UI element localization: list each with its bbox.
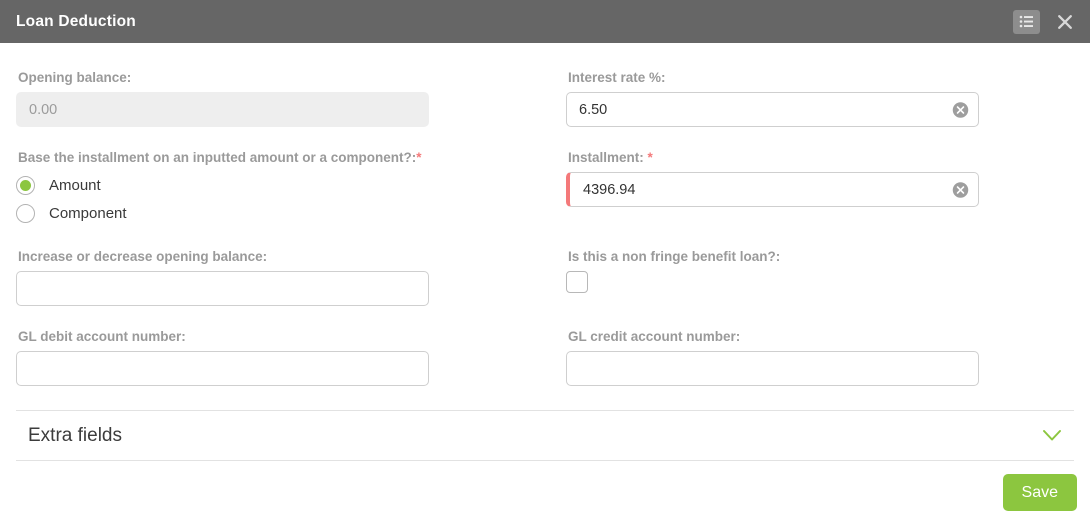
radio-selected-dot	[20, 179, 31, 191]
required-asterisk: *	[416, 150, 422, 165]
titlebar-actions	[1013, 9, 1076, 34]
non-fringe-label: Is this a non fringe benefit loan?:	[568, 249, 781, 264]
base-question-radio-group: Amount Component	[16, 172, 566, 226]
field-gl-credit: GL credit account number:	[566, 329, 1074, 386]
gl-debit-label: GL debit account number:	[18, 329, 186, 344]
field-increase-decrease: Increase or decrease opening balance:	[16, 249, 566, 306]
radio-component-label: Component	[49, 204, 127, 222]
gl-credit-label: GL credit account number:	[568, 329, 741, 344]
field-installment: Installment: *	[566, 150, 1074, 226]
save-button[interactable]: Save	[1002, 474, 1077, 511]
base-question-text: Base the installment on an inputted amou…	[18, 150, 417, 165]
form-row-4: GL debit account number: GL credit accou…	[16, 306, 1074, 386]
radio-option-amount[interactable]: Amount	[16, 172, 566, 198]
close-icon[interactable]	[1054, 10, 1076, 34]
gl-debit-input[interactable]	[16, 351, 429, 386]
increase-decrease-input[interactable]	[16, 271, 429, 306]
window-titlebar: Loan Deduction	[0, 0, 1090, 43]
gl-credit-input[interactable]	[566, 351, 979, 386]
radio-option-component[interactable]: Component	[16, 200, 566, 226]
clear-circle-x-icon[interactable]	[952, 101, 969, 118]
opening-balance-label: Opening balance:	[18, 70, 132, 85]
window-title: Loan Deduction	[16, 12, 136, 30]
form-row-2: Base the installment on an inputted amou…	[16, 127, 1074, 226]
required-asterisk: *	[647, 150, 653, 165]
field-base-question: Base the installment on an inputted amou…	[16, 150, 566, 226]
radio-amount-label: Amount	[49, 176, 101, 194]
interest-rate-label: Interest rate %:	[568, 70, 666, 85]
interest-rate-wrap	[566, 92, 979, 127]
radio-component-icon	[16, 203, 35, 223]
opening-balance-input[interactable]	[16, 92, 429, 127]
extra-fields-accordion[interactable]: Extra fields	[16, 410, 1074, 461]
interest-rate-input[interactable]	[566, 92, 979, 127]
installment-input[interactable]	[566, 172, 979, 207]
base-question-label: Base the installment on an inputted amou…	[18, 150, 566, 165]
dialog-footer: Save	[0, 461, 1090, 511]
clear-circle-x-icon[interactable]	[952, 181, 969, 198]
form-row-1: Opening balance: Interest rate %:	[16, 43, 1074, 127]
field-opening-balance: Opening balance:	[16, 70, 566, 127]
field-non-fringe: Is this a non fringe benefit loan?:	[566, 249, 1074, 306]
list-icon[interactable]	[1013, 9, 1040, 34]
field-gl-debit: GL debit account number:	[16, 329, 566, 386]
chevron-down-icon[interactable]	[1042, 429, 1062, 442]
increase-decrease-label: Increase or decrease opening balance:	[18, 249, 268, 264]
form-body: Opening balance: Interest rate %: Base t…	[0, 43, 1090, 386]
installment-label: Installment: *	[568, 150, 1074, 165]
form-row-3: Increase or decrease opening balance: Is…	[16, 226, 1074, 306]
installment-wrap	[566, 172, 979, 207]
installment-label-text: Installment:	[568, 150, 644, 165]
non-fringe-checkbox[interactable]	[566, 271, 588, 293]
field-interest-rate: Interest rate %:	[566, 70, 1074, 127]
radio-amount-icon	[16, 175, 35, 195]
extra-fields-title: Extra fields	[28, 424, 122, 446]
